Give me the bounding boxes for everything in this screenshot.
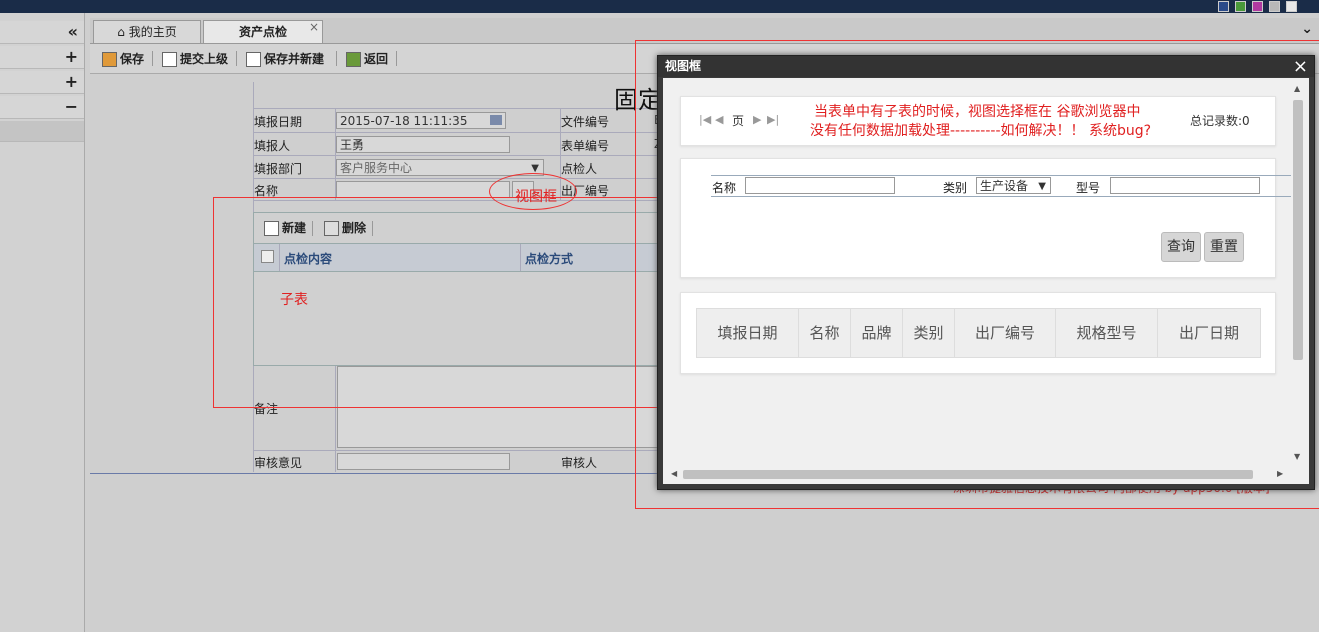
dialog-title: 视图框 [665, 59, 702, 73]
col-factory-no[interactable]: 出厂编号 [955, 309, 1056, 357]
horizontal-scroll-thumb[interactable] [683, 470, 1253, 479]
nav-group-3[interactable]: − [0, 96, 84, 119]
scroll-left-icon[interactable]: ◀ [671, 469, 677, 478]
review-label: 审核意见 [254, 456, 303, 470]
theme-green-icon[interactable] [1235, 1, 1246, 12]
nav-group-2[interactable]: + [0, 71, 84, 94]
filter-name-input[interactable] [745, 177, 895, 194]
nav-collapse-row[interactable]: « [0, 21, 84, 44]
child-table-annotation: 子表 [280, 292, 308, 308]
save-new-icon [246, 52, 261, 67]
prev-page-icon[interactable]: ◀ [715, 113, 723, 126]
view-box-annotation: 视图框 [515, 189, 557, 205]
horizontal-scrollbar[interactable]: ◀ ▶ [669, 468, 1289, 481]
col-type[interactable]: 类别 [903, 309, 955, 357]
fill-date-input[interactable]: 2015-07-18 11:11:35 [336, 112, 506, 129]
tab-home[interactable]: ⌂ 我的主页 [93, 20, 201, 43]
col-spec-model[interactable]: 规格型号 [1056, 309, 1158, 357]
question-line-2: 没有任何数据加载处理----------如何解决！！ 系统bug? [810, 123, 1152, 139]
save-icon [102, 52, 117, 67]
results-header: 填报日期 名称 品牌 类别 出厂编号 规格型号 出厂日期 [696, 308, 1261, 358]
scroll-down-icon[interactable]: ▼ [1294, 452, 1300, 461]
nav-group-selected[interactable] [0, 121, 84, 142]
last-page-icon[interactable]: ▶| [767, 113, 779, 126]
filter-panel: 名称 类别 生产设备 ▼ 型号 查询 重置 [680, 158, 1291, 278]
dialog-body: |◀ ◀ 页 ▶ ▶| 当表单中有子表的时候，视图选择框在 谷歌浏览器中 没有任… [663, 78, 1309, 484]
theme-blue-icon[interactable] [1218, 1, 1229, 12]
back-icon [346, 52, 361, 67]
col-name[interactable]: 名称 [799, 309, 851, 357]
collapse-group-icon[interactable]: − [65, 96, 78, 118]
dept-select[interactable]: 客户服务中心 ▼ [336, 159, 544, 176]
vertical-scrollbar[interactable]: ▲ ▼ [1291, 84, 1305, 468]
theme-gray-icon[interactable] [1269, 1, 1280, 12]
collapse-icon[interactable]: « [68, 21, 78, 43]
dialog-close-icon[interactable]: × [1293, 56, 1308, 77]
total-records: 总记录数:0 [1190, 114, 1250, 128]
tab-close-icon[interactable]: × [309, 16, 319, 38]
top-bar [0, 0, 1319, 13]
vertical-scroll-thumb[interactable] [1293, 100, 1303, 360]
next-page-icon[interactable]: ▶ [753, 113, 761, 126]
expand-icon[interactable]: + [65, 71, 78, 93]
theme-white-icon[interactable] [1286, 1, 1297, 12]
filter-model-input[interactable] [1110, 177, 1260, 194]
doc-no-label: 文件编号 [561, 115, 610, 129]
page-label: 页 [732, 114, 745, 128]
reporter-label: 填报人 [254, 139, 291, 153]
col-factory-date[interactable]: 出厂日期 [1158, 309, 1260, 357]
filter-type-select[interactable]: 生产设备 ▼ [976, 177, 1051, 194]
scroll-up-icon[interactable]: ▲ [1294, 84, 1300, 93]
dept-label: 填报部门 [254, 162, 303, 176]
col-fill-date[interactable]: 填报日期 [697, 309, 799, 357]
reporter-input[interactable]: 王勇 [336, 136, 510, 153]
theme-purple-icon[interactable] [1252, 1, 1263, 12]
dialog-title-bar[interactable]: 视图框 × [658, 56, 1314, 77]
reset-button[interactable]: 重置 [1204, 232, 1244, 262]
left-nav: « + + − [0, 13, 85, 632]
query-button[interactable]: 查询 [1161, 232, 1201, 262]
calendar-icon[interactable] [490, 115, 502, 125]
reviewer-label: 审核人 [561, 456, 598, 470]
scroll-right-icon[interactable]: ▶ [1277, 469, 1283, 478]
name-input[interactable] [336, 181, 510, 198]
fill-date-label: 填报日期 [254, 115, 303, 129]
save-new-button[interactable]: 保存并新建 [246, 50, 324, 68]
first-page-icon[interactable]: |◀ [699, 113, 711, 126]
back-button[interactable]: 返回 [346, 50, 388, 68]
expand-icon[interactable]: + [65, 46, 78, 68]
filter-name-label: 名称 [712, 181, 737, 195]
question-line-1: 当表单中有子表的时候，视图选择框在 谷歌浏览器中 [814, 104, 1141, 120]
nav-group-1[interactable]: + [0, 46, 84, 69]
submit-button[interactable]: 提交上级 [162, 50, 228, 68]
filter-type-label: 类别 [943, 181, 968, 195]
filter-model-label: 型号 [1076, 181, 1101, 195]
view-box-dialog: 视图框 × |◀ ◀ 页 ▶ ▶| 当表单中有子表的时候，视图选择框在 谷歌浏览… [657, 55, 1315, 490]
form-no-label: 表单编号 [561, 139, 610, 153]
col-brand[interactable]: 品牌 [851, 309, 903, 357]
results-panel: 填报日期 名称 品牌 类别 出厂编号 规格型号 出厂日期 [680, 292, 1276, 374]
review-input[interactable] [337, 453, 510, 470]
tab-asset-inspection[interactable]: 资产点检 × [203, 20, 323, 43]
submit-icon [162, 52, 177, 67]
save-button[interactable]: 保存 [102, 50, 144, 68]
inspector-label: 点检人 [561, 162, 598, 176]
tab-menu-icon[interactable]: ⌄ [1301, 21, 1313, 37]
pager-panel: |◀ ◀ 页 ▶ ▶| 当表单中有子表的时候，视图选择框在 谷歌浏览器中 没有任… [680, 96, 1276, 146]
dropdown-arrow-icon: ▼ [1038, 181, 1046, 192]
home-icon: ⌂ [117, 25, 129, 39]
